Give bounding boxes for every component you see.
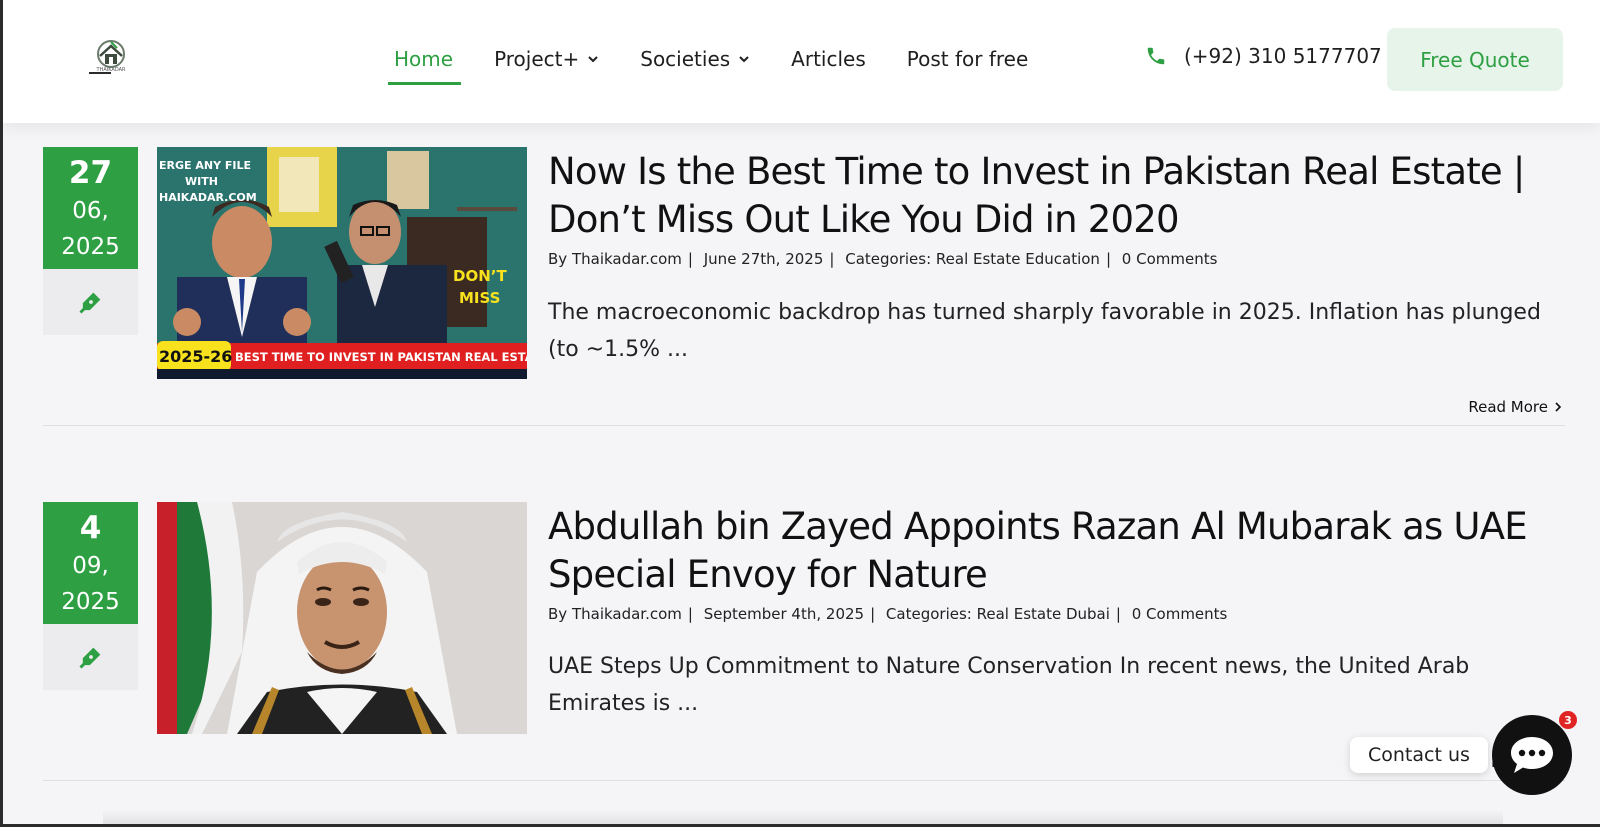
logo-text: THAIKADAR: [96, 67, 127, 73]
logo-house-icon: THAIKADAR: [89, 40, 127, 74]
nav-post-for-free-label: Post for free: [906, 47, 1029, 71]
read-more-link[interactable]: Read More: [1468, 398, 1564, 416]
nav-post-for-free[interactable]: Post for free: [907, 44, 1029, 74]
phone-link[interactable]: (+92) 310 5177707: [1145, 44, 1382, 68]
meta-category-link[interactable]: Real Estate Dubai: [977, 605, 1110, 623]
thumb-text-line3: HAIKADAR.COM: [159, 191, 257, 204]
phone-icon: [1147, 47, 1165, 65]
post-date-year: 2025: [61, 589, 120, 615]
chevron-down-icon: [739, 56, 749, 63]
post-date-day: 27: [68, 155, 113, 191]
meta-category-link[interactable]: Real Estate Education: [936, 250, 1100, 268]
phone-number: (+92) 310 5177707: [1184, 44, 1382, 68]
nav-societies-label: Societies: [640, 47, 731, 71]
meta-author-link[interactable]: Thaikadar.com: [572, 605, 682, 623]
chevron-down-icon: [588, 56, 598, 63]
meta-author-link[interactable]: Thaikadar.com: [572, 250, 682, 268]
main-nav: Home Project+ Societies Articles Post fo…: [387, 44, 1069, 85]
site-logo[interactable]: THAIKADAR: [87, 34, 135, 82]
chat-notification-badge: 3: [1559, 711, 1577, 729]
post-meta: By Thaikadar.com | June 27th, 2025 | Categ…: [548, 250, 1218, 268]
nav-societies[interactable]: Societies: [640, 44, 750, 74]
post-date-box: 4 09, 2025: [43, 502, 138, 624]
nav-articles-label: Articles: [791, 47, 866, 71]
post-date-month: 06,: [72, 198, 109, 224]
free-quote-button[interactable]: Free Quote: [1387, 28, 1563, 91]
meta-categories-label: Categories:: [885, 605, 972, 623]
pen-icon: [78, 647, 100, 669]
meta-date: September 4th, 2025: [703, 605, 865, 623]
post-format-box: [43, 269, 138, 335]
meta-by: By: [548, 605, 568, 623]
nav-articles[interactable]: Articles: [791, 44, 866, 74]
post-divider: [43, 425, 1565, 426]
nav-home-label: Home: [394, 47, 454, 71]
meta-by: By: [548, 250, 568, 268]
thumb-text-miss: MISS: [459, 289, 500, 307]
post-title[interactable]: Abdullah bin Zayed Appoints Razan Al Mub…: [548, 503, 1558, 599]
thumb-text-line1: ERGE ANY FILE: [159, 159, 251, 172]
post-divider: [43, 780, 1565, 781]
post-thumbnail-image: [157, 502, 527, 734]
thumb-banner-text: BEST TIME TO INVEST IN PAKISTAN REAL EST…: [235, 350, 527, 364]
chat-button[interactable]: [1492, 715, 1572, 795]
post-meta: By Thaikadar.com | September 4th, 2025 | C…: [548, 605, 1228, 623]
post-date-year: 2025: [61, 234, 120, 260]
contact-us-label[interactable]: Contact us: [1350, 737, 1488, 773]
post-date-box: 27 06, 2025: [43, 147, 138, 269]
thumb-text-line2: WITH: [185, 175, 218, 188]
chat-bubble-icon: [1511, 737, 1553, 773]
page-frame: THAIKADAR Home Project+ Societies Articl…: [3, 0, 1600, 824]
meta-categories-label: Categories:: [845, 250, 932, 268]
thumb-year-tag: 2025-26: [159, 347, 232, 366]
post-thumbnail[interactable]: [157, 502, 527, 734]
meta-comments-link[interactable]: 0 Comments: [1122, 250, 1218, 268]
post-date-month: 09,: [72, 553, 109, 579]
meta-date: June 27th, 2025: [703, 250, 824, 268]
post-excerpt: UAE Steps Up Commitment to Nature Conser…: [548, 654, 1470, 716]
post-date-day: 4: [79, 510, 102, 546]
nav-project-label: Project+: [494, 47, 580, 71]
post-format-box: [43, 624, 138, 690]
post-thumbnail-image: ERGE ANY FILE WITH HAIKADAR.COM DON’T MI…: [157, 147, 527, 379]
pen-icon: [78, 292, 100, 314]
chevron-right-icon: [1555, 402, 1562, 412]
bottom-shadow: [103, 810, 1503, 824]
post-thumbnail[interactable]: ERGE ANY FILE WITH HAIKADAR.COM DON’T MI…: [157, 147, 527, 379]
nav-home[interactable]: Home: [387, 44, 462, 85]
nav-project[interactable]: Project+: [494, 44, 599, 74]
thumb-text-dont: DON’T: [453, 267, 507, 285]
meta-comments-link[interactable]: 0 Comments: [1132, 605, 1228, 623]
post-title[interactable]: Now Is the Best Time to Invest in Pakist…: [548, 148, 1558, 244]
site-header: THAIKADAR Home Project+ Societies Articl…: [3, 0, 1600, 123]
read-more-label: Read More: [1468, 398, 1548, 416]
post-excerpt: The macroeconomic backdrop has turned sh…: [548, 300, 1541, 362]
